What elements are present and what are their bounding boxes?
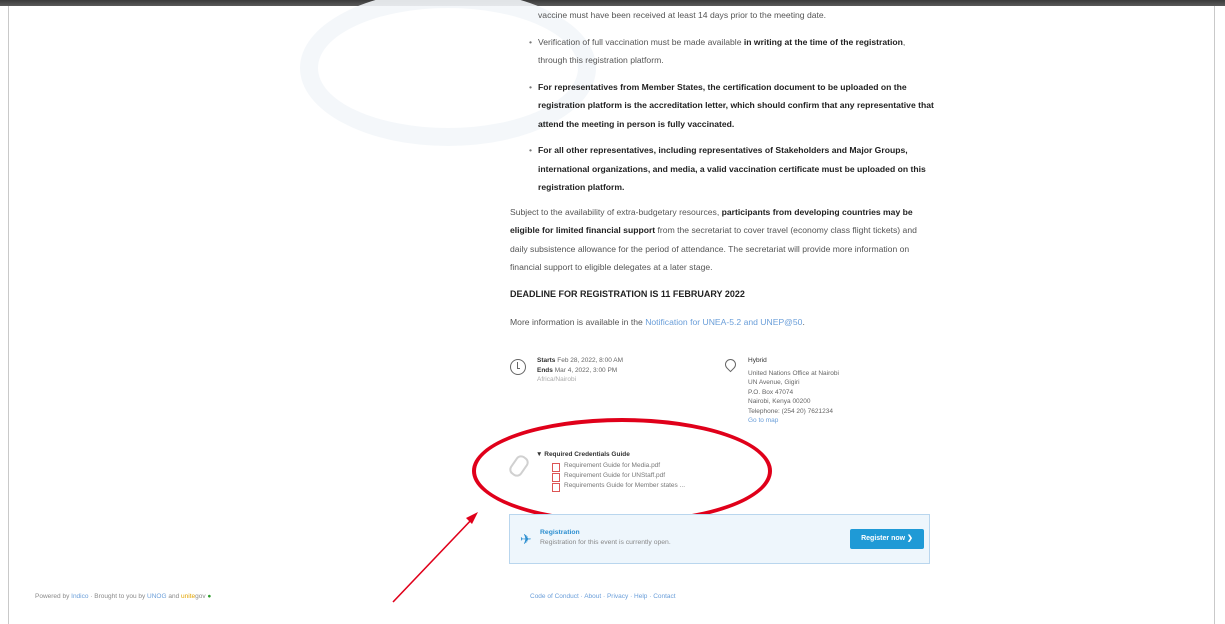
list-item: For representatives from Member States, … [529,78,935,134]
unite-logo[interactable]: unite [181,593,195,600]
venue-line: UN Avenue, Gigiri [748,379,800,386]
arrow-head [466,512,478,524]
registration-title: Registration [540,529,580,536]
unog-link[interactable]: UNOG [147,593,167,600]
event-dates: Starts Feb 28, 2022, 8:00 AM Ends Mar 4,… [537,356,717,385]
chevron-right-icon: ❯ [907,535,913,542]
bullet3-bold: For all other representatives, including… [538,145,926,192]
footer-and: and [166,593,182,600]
indico-link[interactable]: Indico [71,593,88,600]
financial-support-paragraph: Subject to the availability of extra-bud… [510,203,935,277]
requirements-list: Verification of full vaccination must be… [510,33,935,197]
bullet2-bold: For representatives from Member States, … [538,81,934,129]
end-date: Ends Mar 4, 2022, 3:00 PM [537,366,717,376]
ends-value: Mar 4, 2022, 3:00 PM [554,366,618,374]
footer-powered: Powered by [35,593,72,600]
starts-value: Feb 28, 2022, 8:00 AM [557,357,624,364]
venue-line: Nairobi, Kenya 00200 [748,398,811,405]
footer-credits: Powered by Indico · Brought to you by UN… [35,593,211,600]
clock-icon [510,359,526,375]
bullet1-bold: in writing at the time of the registrati… [743,36,903,47]
starts-label: Starts [537,357,556,364]
venue-line: Telephone: (254 20) 7621234 [748,407,833,415]
more-info-line: More information is available in the Not… [510,313,935,332]
ends-label: Ends [537,366,553,374]
list-item: Verification of full vaccination must be… [529,33,935,70]
logo-dot-icon: ● [205,593,212,600]
event-venue: Hybrid United Nations Office at Nairobi … [748,356,878,426]
notification-link[interactable]: Notification for UNEA-5.2 and UNEP@50 [645,317,802,327]
start-date: Starts Feb 28, 2022, 8:00 AM [537,356,717,366]
bullet1-text: Verification of full vaccination must be… [538,36,744,47]
go-to-map-link[interactable]: Go to map [748,416,878,426]
list-item: For all other representatives, including… [529,141,935,197]
vaccine-line: vaccine must have been received at least… [538,10,827,20]
more-info-text: More information is available in the [510,317,646,327]
registration-status: Registration for this event is currently… [540,539,671,546]
location-pin-icon [722,356,739,373]
register-now-label: Register now [861,535,906,542]
venue-line: P.O. Box 47074 [748,388,794,396]
airplane-icon: ✈ [520,531,532,547]
registration-box: ✈ Registration Registration for this eve… [509,514,930,564]
annotation-ellipse [472,418,772,524]
page-right-border [1214,6,1215,624]
footer-links[interactable]: Code of Conduct · About · Privacy · Help… [530,593,676,600]
timezone: Africa/Nairobi [537,376,577,383]
para-text: Subject to the availability of extra-bud… [510,206,722,217]
arrow-shaft [392,516,475,603]
gov-logo: gov [195,593,206,600]
register-now-button[interactable]: Register now ❯ [850,529,924,549]
event-description: vaccine must have been received at least… [510,6,935,338]
venue-title: Hybrid [748,357,767,364]
page-left-border [8,6,9,624]
venue-line: United Nations Office at Nairobi [748,369,839,377]
registration-deadline: DEADLINE FOR REGISTRATION IS 11 FEBRUARY… [510,288,745,299]
footer-brought: · Brought to you by [88,593,148,600]
more-info-end: . [802,317,805,327]
